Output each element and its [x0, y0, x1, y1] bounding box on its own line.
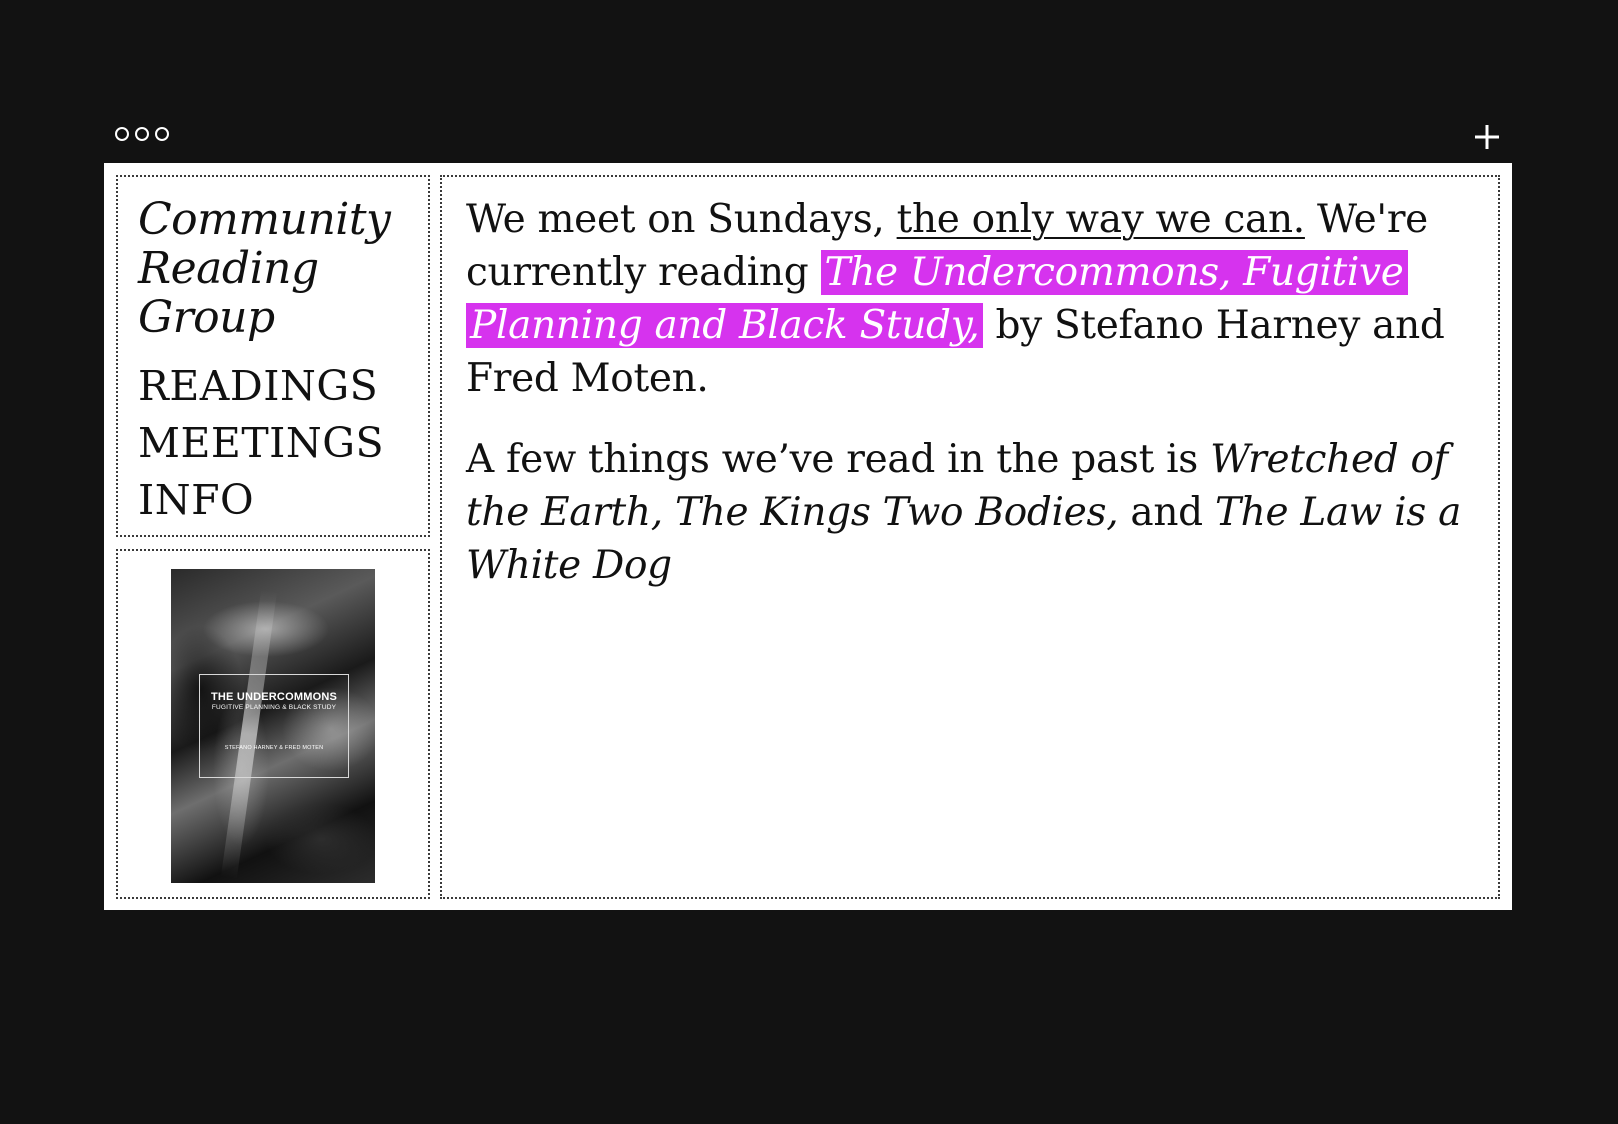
past-readings-text: and	[1118, 490, 1215, 535]
meeting-link[interactable]: the only way we can.	[897, 197, 1306, 242]
site-title-line: Reading	[138, 243, 319, 294]
intro-text: We meet on Sundays,	[466, 197, 897, 242]
site-title[interactable]: Community Reading Group	[138, 195, 428, 342]
nav-panel: Community Reading Group READINGS MEETING…	[116, 175, 430, 537]
nav-item-info[interactable]: INFO	[138, 472, 428, 529]
cover-authors: STEFANO HARNEY & FRED MOTEN	[224, 745, 324, 751]
book-cover-image[interactable]: THE UNDERCOMMONS FUGITIVE PLANNING & BLA…	[171, 569, 375, 883]
nav-item-meetings[interactable]: MEETINGS	[138, 415, 428, 472]
window-minimize-dot[interactable]	[135, 127, 149, 141]
cover-panel: THE UNDERCOMMONS FUGITIVE PLANNING & BLA…	[116, 549, 430, 899]
browser-window: Community Reading Group READINGS MEETING…	[104, 163, 1512, 910]
past-readings-text	[663, 490, 675, 535]
past-readings-text: A few things we’ve read in the past is	[466, 437, 1211, 482]
cover-title: THE UNDERCOMMONS	[210, 691, 338, 703]
cover-title-frame: THE UNDERCOMMONS FUGITIVE PLANNING & BLA…	[199, 674, 349, 778]
window-maximize-dot[interactable]	[155, 127, 169, 141]
site-title-line: Group	[138, 292, 275, 343]
cover-subtitle: FUGITIVE PLANNING & BLACK STUDY	[211, 704, 337, 711]
past-book-title: The Kings Two Bodies,	[674, 490, 1119, 535]
nav-item-readings[interactable]: READINGS	[138, 358, 428, 415]
past-readings-paragraph: A few things we’ve read in the past is W…	[466, 433, 1470, 592]
site-title-line: Community	[138, 194, 391, 245]
main-nav: READINGS MEETINGS INFO	[138, 358, 428, 529]
content-panel: We meet on Sundays, the only way we can.…	[440, 175, 1500, 899]
plus-icon[interactable]	[1472, 122, 1502, 152]
intro-paragraph: We meet on Sundays, the only way we can.…	[466, 193, 1470, 405]
window-controls	[115, 127, 169, 141]
window-close-dot[interactable]	[115, 127, 129, 141]
